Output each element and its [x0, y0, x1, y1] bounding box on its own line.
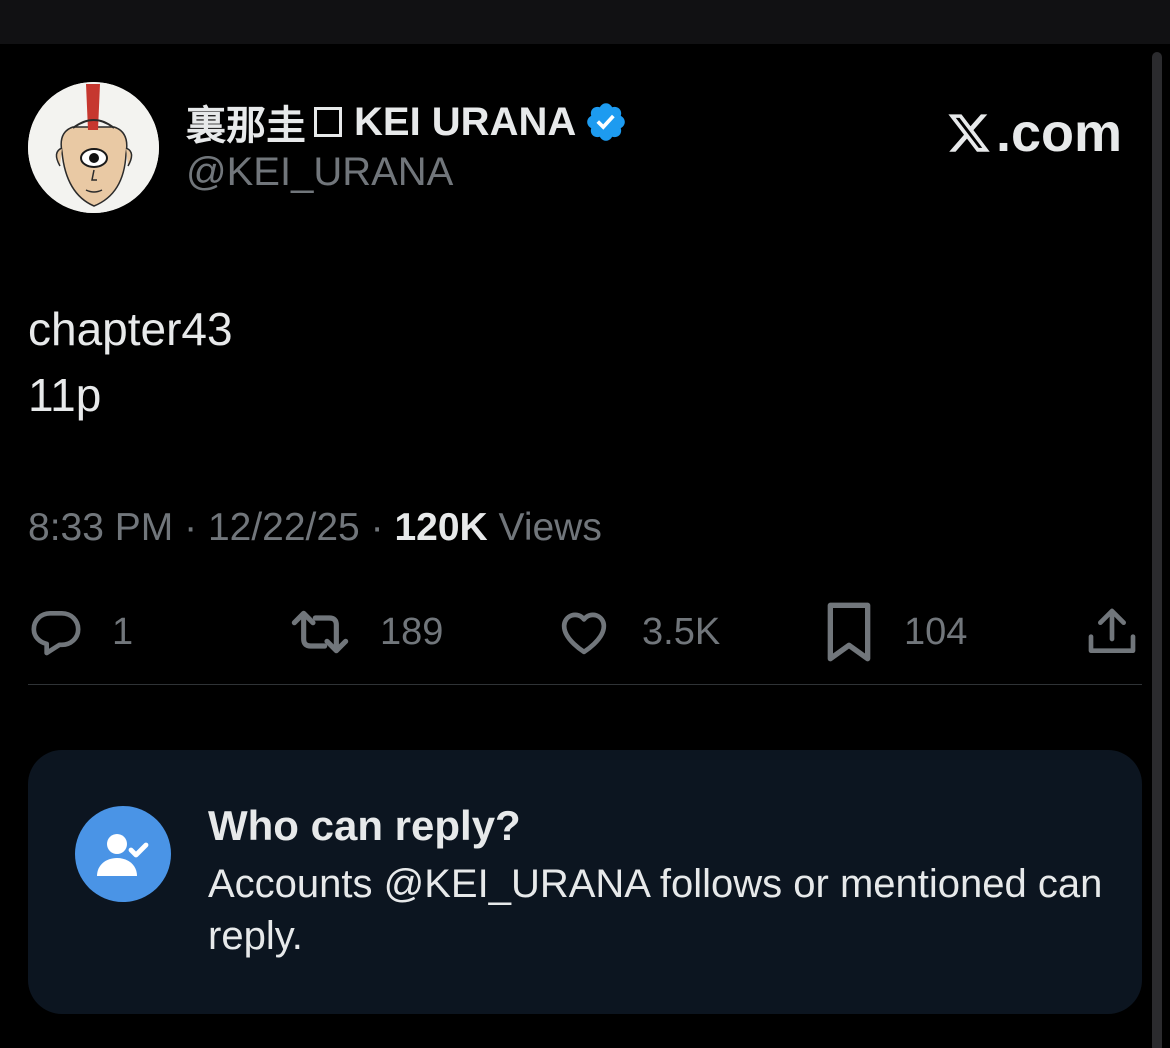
separator: · — [370, 506, 384, 549]
repost-count: 189 — [380, 610, 444, 653]
bookmark-count: 104 — [904, 610, 968, 653]
x-logo-icon — [948, 114, 990, 152]
watermark-text: .com — [995, 103, 1122, 163]
display-name-en: KEI URANA — [354, 99, 577, 144]
reply-count: 1 — [112, 610, 134, 653]
avatar-illustration — [28, 82, 159, 213]
heart-icon — [561, 612, 607, 655]
reply-settings-title: Who can reply? — [208, 802, 521, 849]
tweet-meta: 8:33 PM · 12/22/25 · 120K Views — [28, 506, 602, 550]
like-count: 3.5K — [642, 610, 721, 653]
reply-settings-icon — [75, 806, 171, 902]
author-display-name[interactable]: 裏那圭 KEI URANA — [186, 98, 628, 148]
reply-button[interactable]: 1 — [28, 600, 133, 664]
tweet-line: 11p — [28, 369, 102, 421]
user-check-icon — [97, 834, 149, 876]
reply-settings-body: Accounts @KEI_URANA follows or mentioned… — [208, 862, 1103, 958]
tweet-date[interactable]: 12/22/25 — [208, 506, 360, 549]
tweet-text: chapter43 11p — [28, 296, 233, 428]
share-button[interactable] — [1084, 600, 1140, 664]
tweet-page: 裏那圭 KEI URANA @KEI_URANA .com chapter43 … — [0, 0, 1170, 1048]
views-count: 120K — [394, 506, 488, 549]
scrollbar[interactable] — [1152, 52, 1162, 1048]
repost-icon — [291, 610, 349, 654]
action-bar: 1 189 3.5K 104 — [28, 600, 1142, 664]
missing-glyph-icon — [314, 107, 342, 137]
views-label: Views — [498, 506, 602, 549]
share-icon — [1088, 608, 1136, 653]
bookmark-icon — [827, 602, 871, 662]
x-com-watermark: .com — [944, 102, 1122, 164]
divider — [28, 684, 1142, 685]
like-button[interactable]: 3.5K — [554, 600, 720, 664]
reply-icon — [31, 611, 81, 656]
repost-button[interactable]: 189 — [286, 600, 443, 664]
tweet-time[interactable]: 8:33 PM — [28, 506, 173, 549]
reply-settings-card: Who can reply? Accounts @KEI_URANA follo… — [28, 750, 1142, 1014]
verified-badge-icon — [584, 100, 628, 144]
author-handle[interactable]: @KEI_URANA — [186, 150, 453, 195]
tweet-line: chapter43 — [28, 303, 233, 355]
separator: · — [184, 506, 198, 549]
bookmark-button[interactable]: 104 — [822, 600, 967, 664]
display-name-jp: 裏那圭 — [186, 104, 306, 148]
avatar[interactable] — [28, 82, 159, 213]
top-bar — [0, 0, 1170, 44]
